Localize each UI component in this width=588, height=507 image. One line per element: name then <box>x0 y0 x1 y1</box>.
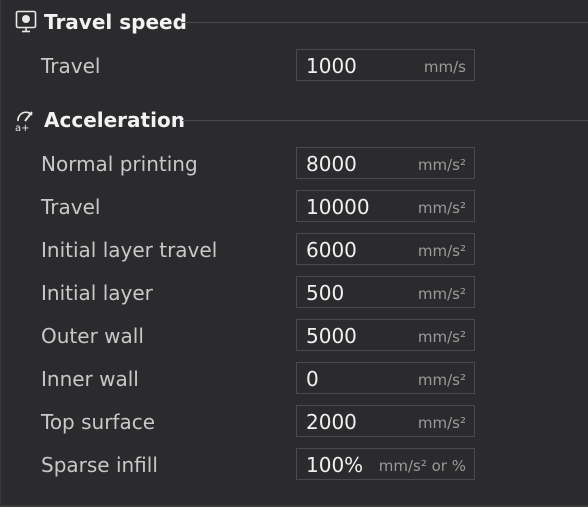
section-title-acceleration: Acceleration <box>44 108 185 132</box>
section-divider <box>182 22 588 23</box>
speed-gauge-icon <box>14 10 38 34</box>
field-value: 100% <box>306 453 364 477</box>
panel-border-left <box>0 0 1 507</box>
field-value: 1000 <box>306 54 357 78</box>
normal-printing-accel-input[interactable]: 8000 mm/s² <box>296 147 475 179</box>
row-label-outer-wall: Outer wall <box>41 324 144 348</box>
field-value: 5000 <box>306 324 357 348</box>
field-unit: mm/s² <box>417 371 466 389</box>
field-value: 6000 <box>306 238 357 262</box>
field-value: 2000 <box>306 410 357 434</box>
row-label-travel-speed: Travel <box>41 54 101 78</box>
section-title-travel-speed: Travel speed <box>44 10 187 34</box>
sparse-infill-accel-input[interactable]: 100% mm/s² or % <box>296 448 475 480</box>
top-surface-accel-input[interactable]: 2000 mm/s² <box>296 405 475 437</box>
row-label-normal-printing: Normal printing <box>41 152 198 176</box>
initial-layer-travel-accel-input[interactable]: 6000 mm/s² <box>296 233 475 265</box>
row-label-travel-accel: Travel <box>41 195 101 219</box>
inner-wall-accel-input[interactable]: 0 mm/s² <box>296 362 475 394</box>
outer-wall-accel-input[interactable]: 5000 mm/s² <box>296 319 475 351</box>
travel-speed-input[interactable]: 1000 mm/s <box>296 49 475 81</box>
field-unit: mm/s² <box>417 285 466 303</box>
travel-speed-section-header: Travel speed <box>14 9 187 35</box>
field-value: 500 <box>306 281 345 305</box>
travel-accel-input[interactable]: 10000 mm/s² <box>296 190 475 222</box>
row-label-initial-layer: Initial layer <box>41 281 153 305</box>
row-label-sparse-infill: Sparse infill <box>41 453 158 477</box>
field-value: 0 <box>306 367 319 391</box>
row-label-inner-wall: Inner wall <box>41 367 139 391</box>
row-label-top-surface: Top surface <box>41 410 156 434</box>
field-unit: mm/s² <box>417 328 466 346</box>
field-unit: mm/s² <box>417 156 466 174</box>
initial-layer-accel-input[interactable]: 500 mm/s² <box>296 276 475 308</box>
field-unit: mm/s² <box>417 199 466 217</box>
field-unit: mm/s <box>423 58 466 76</box>
svg-text:a+: a+ <box>15 123 30 132</box>
field-unit: mm/s² <box>417 414 466 432</box>
section-divider <box>182 120 588 121</box>
field-unit: mm/s² <box>417 242 466 260</box>
acceleration-icon: a+ <box>14 108 38 134</box>
field-value: 8000 <box>306 152 357 176</box>
acceleration-section-header: a+ Acceleration <box>14 107 185 134</box>
settings-panel: Travel speed Travel 1000 mm/s a+ Acceler… <box>0 0 588 507</box>
row-label-initial-layer-travel: Initial layer travel <box>41 238 218 262</box>
field-value: 10000 <box>306 195 370 219</box>
field-unit: mm/s² or % <box>378 457 466 475</box>
